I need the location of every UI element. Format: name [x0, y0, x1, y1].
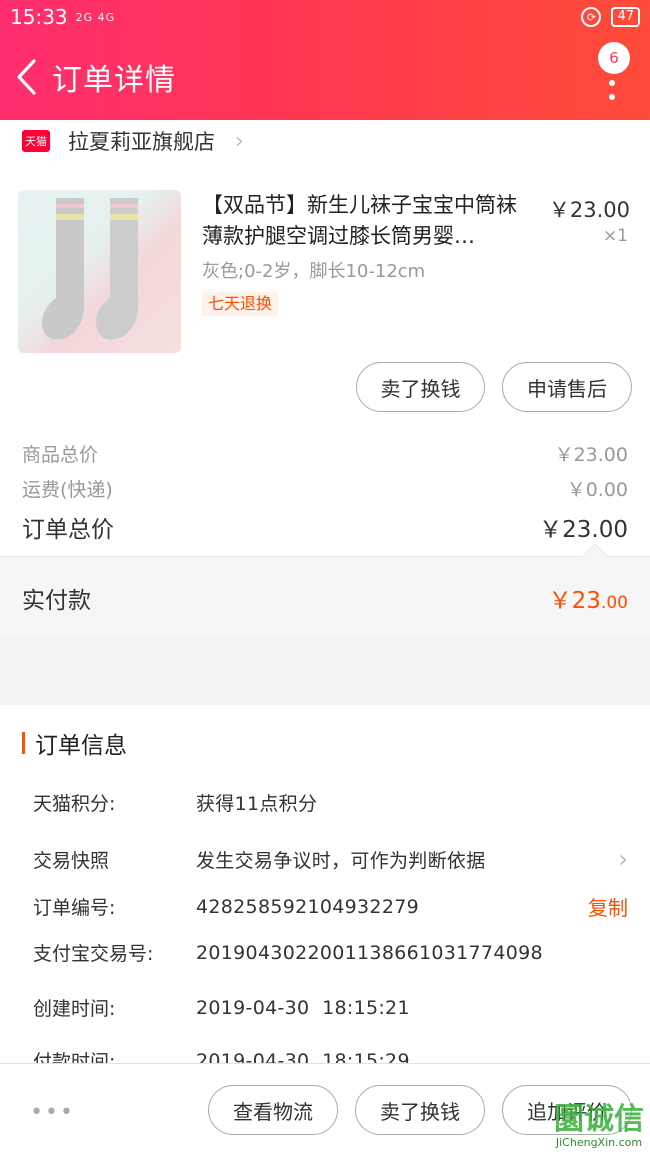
item-actions: 卖了换钱 申请售后 — [0, 362, 650, 458]
order-total-row: 订单总价 ￥23.00 — [22, 506, 628, 548]
sell-button[interactable]: 卖了换钱 — [356, 362, 485, 412]
more-actions-icon[interactable]: ••• — [30, 1100, 75, 1125]
nav-bar: 订单详情 6 — [0, 34, 650, 120]
alipay-label: 支付宝交易号: — [33, 943, 154, 965]
more-dot-icon — [609, 80, 615, 86]
product-price: ￥23.00 — [548, 198, 630, 222]
alipay-row: 支付宝交易号: 2019043022001138661031774098 — [33, 939, 628, 966]
order-info-section: 订单信息 天猫积分: 获得11点积分 交易快照 发生交易争议时，可作为判断依据 … — [0, 705, 650, 1065]
status-time: 15:33 — [10, 5, 68, 29]
message-count-badge: 6 — [598, 42, 630, 74]
view-logistics-button[interactable]: 查看物流 — [208, 1085, 338, 1135]
page-title: 订单详情 — [52, 63, 176, 98]
created-time-value: 2019-04-30 18:15:21 — [196, 996, 410, 1019]
paid-amount-decimal: .00 — [600, 592, 628, 613]
chevron-right-icon: › — [618, 845, 628, 873]
product-sku: 灰色;0-2岁，脚长10-12cm — [202, 261, 426, 282]
alipay-value: 2019043022001138661031774098 — [196, 941, 543, 964]
paid-amount: ￥23.00 — [549, 581, 628, 615]
order-total-label: 订单总价 — [22, 517, 114, 543]
shipping-value: ￥0.00 — [566, 479, 628, 501]
order-number-row: 订单编号: 428258592104932279 复制 — [33, 892, 628, 921]
more-menu-button[interactable]: 6 — [594, 42, 630, 106]
copy-button[interactable]: 复制 — [588, 892, 628, 921]
signal-icon: 2G 4G — [75, 10, 116, 24]
return-policy-tag: 七天退换 — [202, 292, 279, 316]
product-thumbnail[interactable] — [18, 190, 181, 353]
points-label: 天猫积分: — [33, 793, 116, 815]
watermark: 圜诚信 JiChengXin.com — [554, 1102, 644, 1150]
status-bar: 15:33 2G 4G ⟳ 47 — [0, 0, 650, 34]
order-info-header: 订单信息 — [0, 705, 650, 781]
bottom-action-bar: ••• 查看物流 卖了换钱 追加评价 圜诚信 JiChengXin.com — [0, 1063, 650, 1155]
product-quantity: ×1 — [602, 226, 628, 246]
back-button[interactable] — [0, 47, 52, 107]
rotation-lock-icon: ⟳ — [581, 7, 602, 27]
order-total-value: ￥23.00 — [539, 517, 628, 543]
snapshot-value: 发生交易争议时，可作为判断依据 — [196, 849, 486, 872]
socks-image-icon — [42, 198, 139, 340]
after-sale-button[interactable]: 申请售后 — [502, 362, 632, 412]
snapshot-label: 交易快照 — [33, 849, 110, 872]
product-item[interactable]: 【双品节】新生儿袜子宝宝中筒袜薄款护腿空调过膝长筒男婴… ￥23.00 ×1 灰… — [0, 120, 650, 380]
watermark-url: JiChengXin.com — [555, 1136, 643, 1149]
order-info-heading: 订单信息 — [35, 733, 127, 759]
more-dot-icon — [609, 94, 615, 100]
section-accent-bar — [22, 732, 25, 754]
order-card: 天猫 拉夏莉亚旗舰店 › 【双品节】新生儿袜子宝宝中筒袜薄款护腿空调过膝长筒男婴… — [0, 120, 650, 638]
shipping-row: 运费(快递) ￥0.00 — [22, 471, 628, 506]
product-title: 【双品节】新生儿袜子宝宝中筒袜薄款护腿空调过膝长筒男婴… — [202, 193, 517, 248]
battery-icon: 47 — [611, 7, 640, 27]
chevron-left-icon — [17, 59, 36, 95]
paid-amount-row: 实付款 ￥23.00 — [0, 543, 650, 638]
snapshot-row[interactable]: 交易快照 发生交易争议时，可作为判断依据 › — [33, 845, 628, 873]
sell-button-bottom[interactable]: 卖了换钱 — [355, 1085, 485, 1135]
order-number-label: 订单编号: — [33, 897, 116, 919]
top-bar: 15:33 2G 4G ⟳ 47 订单详情 6 — [0, 0, 650, 120]
shipping-label: 运费(快递) — [22, 479, 113, 501]
points-row: 天猫积分: 获得11点积分 — [33, 789, 628, 816]
order-number-value: 428258592104932279 — [196, 895, 419, 918]
paid-label: 实付款 — [22, 587, 91, 614]
watermark-logo: 圜诚信 — [554, 1102, 644, 1137]
created-time-label: 创建时间: — [33, 998, 116, 1020]
paid-amount-integer: ￥23 — [548, 587, 601, 614]
created-time-row: 创建时间: 2019-04-30 18:15:21 — [33, 994, 628, 1021]
points-value: 获得11点积分 — [196, 793, 318, 815]
